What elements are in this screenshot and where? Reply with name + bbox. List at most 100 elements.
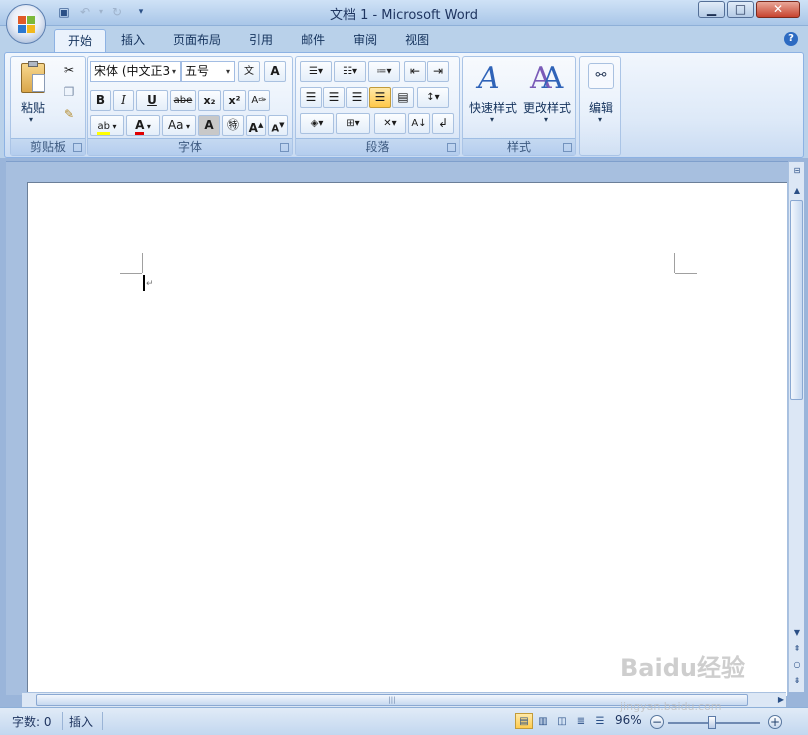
clear-formatting-icon[interactable]: A✑ xyxy=(248,90,270,111)
zoom-in-icon[interactable]: + xyxy=(768,715,782,729)
tab-view[interactable]: 视图 xyxy=(392,29,442,53)
bullets-icon[interactable]: ☰▾ xyxy=(300,61,332,82)
grow-font-button[interactable]: A▲ xyxy=(246,115,266,136)
status-separator xyxy=(62,712,63,730)
tab-home[interactable]: 开始 xyxy=(54,29,107,53)
change-styles-icon: AA xyxy=(530,61,564,96)
print-layout-view-icon[interactable]: ▤ xyxy=(515,713,533,729)
borders-icon[interactable]: ⊞▾ xyxy=(336,113,370,134)
paragraph-launcher-icon[interactable] xyxy=(447,143,456,152)
watermark-text: Baidu经验 xyxy=(620,654,745,682)
save-icon[interactable]: ▣ xyxy=(55,3,73,21)
distributed-icon[interactable]: ▤ xyxy=(392,87,414,108)
tab-references[interactable]: 引用 xyxy=(236,29,286,53)
maximize-button[interactable]: □ xyxy=(727,1,754,18)
editing-dropdown-icon: ▾ xyxy=(598,115,603,124)
web-layout-icon[interactable]: ◫ xyxy=(553,713,571,729)
customize-qat-icon[interactable]: ▾ xyxy=(135,3,147,21)
superscript-button[interactable]: x² xyxy=(223,90,246,111)
zoom-slider-thumb[interactable] xyxy=(708,716,716,729)
font-size-select[interactable]: 五号 ▾ xyxy=(181,61,235,82)
quick-access-toolbar: ▣ ↶ ▾ ↻ ▾ xyxy=(55,3,147,21)
decrease-indent-icon[interactable]: ⇤ xyxy=(404,61,426,82)
align-center-icon[interactable]: ☰ xyxy=(323,87,345,108)
change-case-label: Aa xyxy=(167,118,184,132)
insert-mode[interactable]: 插入 xyxy=(69,713,93,730)
character-shading-icon[interactable]: A xyxy=(198,115,220,136)
phonetic-guide-icon[interactable]: 文 xyxy=(238,61,260,82)
tab-mailings[interactable]: 邮件 xyxy=(288,29,338,53)
redo-icon[interactable]: ↻ xyxy=(108,3,126,21)
document-page[interactable]: ↵ xyxy=(27,182,787,696)
increase-indent-icon[interactable]: ⇥ xyxy=(427,61,449,82)
highlight-color-button[interactable]: ab ▾ xyxy=(90,115,124,136)
font-name-select[interactable]: 宋体 (中文正3 ▾ xyxy=(90,61,181,82)
font-color-icon: A xyxy=(135,118,145,135)
tab-page-layout[interactable]: 页面布局 xyxy=(160,29,234,53)
justify-icon[interactable]: ☰ xyxy=(369,87,391,108)
paragraph-mark: ↵ xyxy=(146,279,154,289)
scroll-up-icon[interactable]: ▲ xyxy=(790,184,804,198)
document-viewport: ↵ xyxy=(6,161,788,696)
font-color-button[interactable]: A ▾ xyxy=(126,115,160,136)
zoom-out-icon[interactable]: − xyxy=(650,715,664,729)
multilevel-list-icon[interactable]: ≔▾ xyxy=(368,61,400,82)
character-border-icon[interactable]: A xyxy=(264,61,286,82)
word-count[interactable]: 字数: 0 xyxy=(12,713,52,730)
scroll-down-icon[interactable]: ▼ xyxy=(790,626,804,640)
close-button[interactable]: ✕ xyxy=(756,1,800,18)
align-right-icon[interactable]: ☰ xyxy=(346,87,368,108)
sort-icon[interactable]: A↓ xyxy=(408,113,430,134)
find-binoculars-icon: ⚯ xyxy=(588,63,614,89)
next-page-icon[interactable]: ⇟ xyxy=(790,674,804,688)
outline-view-icon[interactable]: ≣ xyxy=(572,713,590,729)
document-area: ↵ xyxy=(0,158,808,707)
draft-view-icon[interactable]: ☰ xyxy=(591,713,609,729)
italic-button[interactable]: I xyxy=(113,90,134,111)
bold-button[interactable]: B xyxy=(90,90,111,111)
font-size-value: 五号 xyxy=(185,64,210,78)
vertical-scrollbar[interactable]: ⊟ ▲ ▼ ⇞ ○ ⇟ xyxy=(788,162,804,692)
ruler-toggle-icon[interactable]: ⊟ xyxy=(790,164,804,178)
undo-dropdown-icon[interactable]: ▾ xyxy=(97,3,105,21)
copy-icon[interactable]: ❐ xyxy=(59,83,79,104)
zoom-level[interactable]: 96% xyxy=(615,713,642,727)
shading-icon[interactable]: ◈▾ xyxy=(300,113,334,134)
styles-group: A 快速样式 ▾ AA 更改样式 ▾ 样式 xyxy=(462,56,576,156)
numbering-icon[interactable]: ☷▾ xyxy=(334,61,366,82)
office-button[interactable] xyxy=(6,4,46,44)
help-icon[interactable]: ? xyxy=(784,32,798,46)
line-spacing-icon[interactable]: ↕▾ xyxy=(417,87,449,108)
quick-styles-button[interactable]: A 快速样式 ▾ xyxy=(466,59,520,133)
paste-button[interactable]: 粘贴 ▾ xyxy=(15,59,51,133)
paragraph-group-label: 段落 xyxy=(296,138,459,155)
format-painter-icon[interactable]: ✎ xyxy=(59,105,79,126)
quick-styles-icon: A xyxy=(478,61,500,96)
clipboard-launcher-icon[interactable] xyxy=(73,143,82,152)
chinese-layout-icon[interactable]: ✕▾ xyxy=(374,113,406,134)
paste-dropdown-icon: ▾ xyxy=(29,115,34,124)
editing-group: ⚯ 编辑 ▾ xyxy=(579,56,621,156)
ribbon: 粘贴 ▾ ✂ ❐ ✎ 剪贴板 宋体 (中文正3 ▾ 五号 ▾ 文 A B I U… xyxy=(4,52,804,158)
tab-review[interactable]: 审阅 xyxy=(340,29,390,53)
previous-page-icon[interactable]: ⇞ xyxy=(790,642,804,656)
change-styles-button[interactable]: AA 更改样式 ▾ xyxy=(520,59,574,133)
editing-button[interactable]: ⚯ 编辑 ▾ xyxy=(582,59,620,133)
align-left-icon[interactable]: ☰ xyxy=(300,87,322,108)
styles-launcher-icon[interactable] xyxy=(563,143,572,152)
minimize-button[interactable]: ▁ xyxy=(698,1,725,18)
show-marks-icon[interactable]: ↲ xyxy=(432,113,454,134)
font-launcher-icon[interactable] xyxy=(280,143,289,152)
underline-button[interactable]: U xyxy=(136,90,168,111)
vertical-scroll-thumb[interactable] xyxy=(790,200,803,400)
change-case-button[interactable]: Aa ▾ xyxy=(162,115,196,136)
tab-insert[interactable]: 插入 xyxy=(108,29,158,53)
subscript-button[interactable]: x₂ xyxy=(198,90,221,111)
undo-icon[interactable]: ↶ xyxy=(76,3,94,21)
strikethrough-button[interactable]: abe xyxy=(170,90,196,111)
shrink-font-button[interactable]: A▼ xyxy=(268,115,288,136)
select-browse-object-icon[interactable]: ○ xyxy=(790,658,804,672)
full-screen-reading-icon[interactable]: ▥ xyxy=(534,713,552,729)
cut-icon[interactable]: ✂ xyxy=(59,61,79,82)
enclose-characters-icon[interactable]: ㊕ xyxy=(222,115,244,136)
